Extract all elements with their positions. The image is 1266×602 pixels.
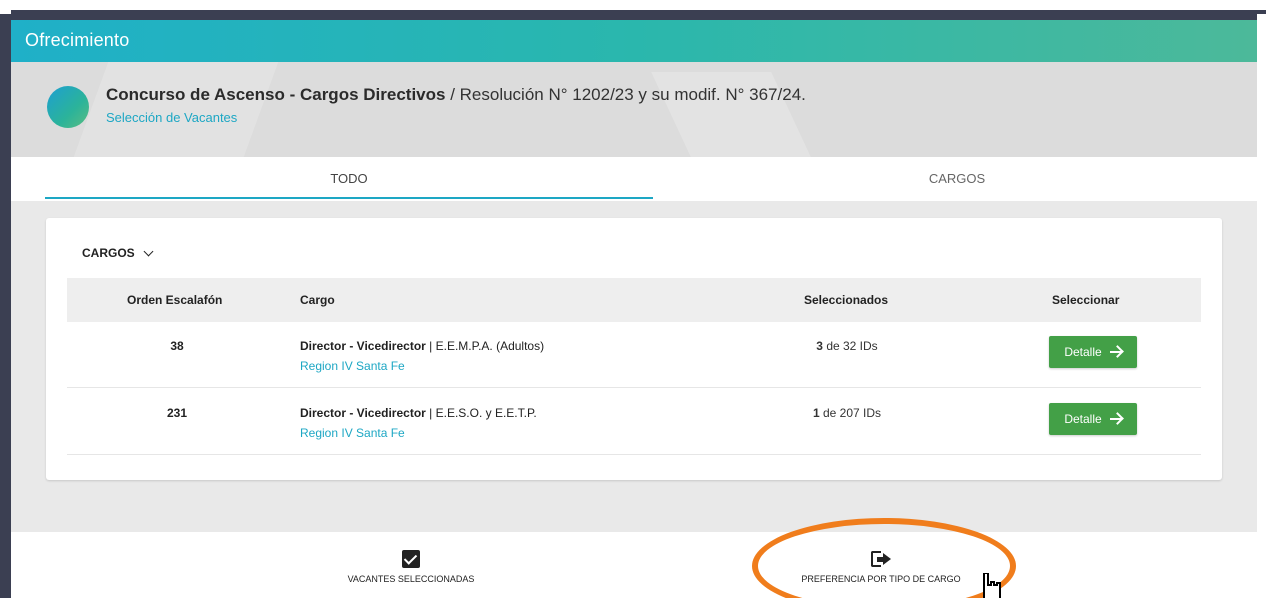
seleccionados-cell: 1 de 207 IDs (787, 406, 907, 420)
cargos-card: CARGOS Orden Escalafón Cargo Seleccionad… (46, 218, 1222, 480)
nav-vacantes-label: VACANTES SELECCIONADAS (347, 574, 475, 584)
screen-frame-left (0, 14, 11, 602)
cargo-school-type: | E.E.M.P.A. (Adultos) (425, 339, 545, 353)
table-row: 231 Director - Vicedirector | E.E.S.O. y… (67, 389, 1201, 455)
detalle-button-label: Detalle (1064, 345, 1102, 359)
detalle-button[interactable]: Detalle (1049, 403, 1137, 435)
detalle-button-label: Detalle (1064, 412, 1102, 426)
avatar (47, 86, 89, 128)
app-window: Ofrecimiento Concurso de Ascenso - Cargo… (11, 20, 1257, 600)
tab-cargos[interactable]: CARGOS (653, 171, 1257, 186)
selected-count: 3 (816, 339, 823, 353)
arrow-right-icon (1109, 351, 1122, 353)
arrow-right-icon (1109, 418, 1122, 420)
cargos-section-label: CARGOS (82, 246, 135, 260)
orden-cell: 231 (166, 406, 188, 420)
orden-cell: 38 (170, 339, 184, 353)
page-header: Concurso de Ascenso - Cargos Directivos … (11, 62, 1257, 157)
screen-frame-bottom (0, 598, 1266, 602)
cargo-school-type: | E.E.S.O. y E.E.T.P. (425, 406, 537, 420)
column-header-cargo: Cargo (300, 293, 335, 307)
page-title-bold: Concurso de Ascenso - Cargos Directivos (106, 85, 446, 104)
screen-frame-right (1257, 14, 1266, 602)
selected-count: 1 (812, 406, 820, 420)
table-row: 38 Director - Vicedirector | E.E.M.P.A. … (67, 322, 1201, 388)
region-link[interactable]: Region IV Santa Fe (300, 426, 405, 440)
cargo-name: Director - Vicedirector (300, 406, 426, 420)
cargo-cell: Director - Vicedirector | E.E.M.P.A. (Ad… (300, 339, 544, 353)
page-title: Concurso de Ascenso - Cargos Directivos … (106, 85, 806, 105)
column-header-seleccionados: Seleccionados (804, 293, 889, 307)
bottom-navigation: VACANTES SELECCIONADAS PREFERENCIA POR T… (11, 532, 1257, 600)
page-subtitle[interactable]: Selección de Vacantes (106, 110, 237, 125)
selected-total: de 207 IDs (819, 406, 882, 420)
tab-todo[interactable]: TODO (45, 171, 653, 186)
cargos-section-toggle[interactable]: CARGOS (82, 246, 154, 260)
detalle-button[interactable]: Detalle (1049, 336, 1137, 368)
chevron-down-icon (143, 246, 154, 256)
region-link[interactable]: Region IV Santa Fe (300, 359, 405, 373)
table-header: Orden Escalafón Cargo Seleccionados Sele… (67, 278, 1201, 322)
tab-bar: TODO CARGOS (11, 157, 1257, 201)
selected-total: de 32 IDs (822, 339, 878, 353)
column-header-orden: Orden Escalafón (127, 293, 223, 307)
active-tab-indicator (45, 197, 653, 199)
nav-vacantes-seleccionadas[interactable]: VACANTES SELECCIONADAS (311, 550, 511, 584)
window-title: Ofrecimiento (25, 30, 130, 50)
title-bar: Ofrecimiento (11, 20, 1257, 62)
seleccionados-cell: 3 de 32 IDs (787, 339, 907, 353)
checkbox-checked-icon (402, 550, 420, 568)
cargo-name: Director - Vicedirector (300, 339, 426, 353)
page-title-rest: / Resolución N° 1202/23 y su modif. N° 3… (445, 85, 806, 104)
column-header-seleccionar: Seleccionar (1052, 293, 1120, 307)
cargo-cell: Director - Vicedirector | E.E.S.O. y E.E… (300, 406, 537, 420)
